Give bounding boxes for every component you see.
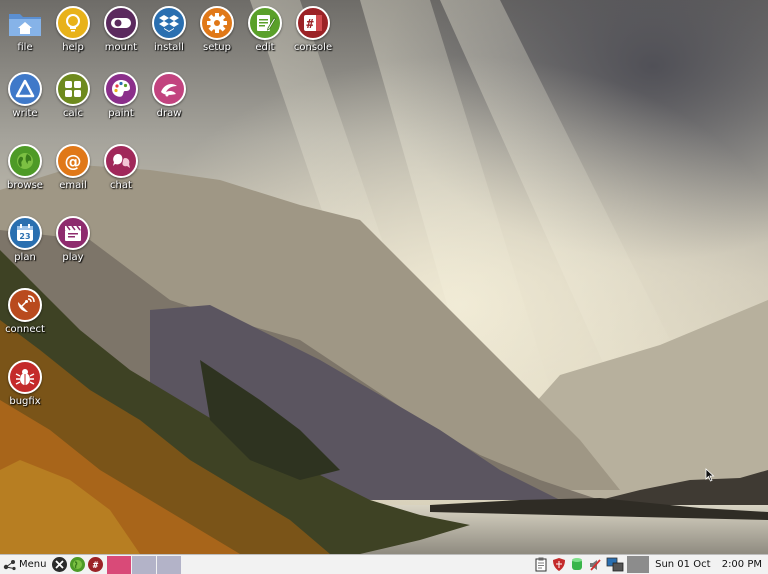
desktop-icon-label: help [62,42,84,53]
gear-icon [200,6,234,40]
desktop-icon-label: play [62,252,84,263]
desktop-icon-paint[interactable]: paint [96,72,146,119]
mouse-pointer-icon [705,467,715,486]
desktop-icon-label: console [293,42,333,53]
box-package-icon [152,6,186,40]
folder-home-icon [6,6,44,40]
at-sign-icon: @ [56,144,90,178]
menu-nodes-icon [3,559,16,570]
desktop-icon-label: paint [108,108,134,119]
svg-text:23: 23 [19,232,30,241]
clock-date: Sun 01 Oct [655,559,711,570]
globe-icon [8,144,42,178]
desktop-icon-write[interactable]: write [0,72,50,119]
desktop-icon-label: connect [5,324,45,335]
taskbar-window-button[interactable] [132,555,157,574]
desktop-icon-label: chat [110,180,132,191]
clock[interactable]: Sun 01 Oct 2:00 PM [655,559,762,570]
desktop-icon-label: draw [156,108,182,119]
desktop-icon-label: install [154,42,184,53]
storage-drive-icon[interactable] [569,557,585,573]
desktop-icon-edit[interactable]: edit [240,6,290,53]
spreadsheet-icon [56,72,90,106]
notepad-pencil-icon [248,6,282,40]
desktop-icon-label: plan [14,252,36,263]
taskbar-spacer [181,556,531,574]
taskbar-window-button[interactable] [107,555,132,574]
desktop-icon-setup[interactable]: setup [192,6,242,53]
desktop-icon-label: setup [203,42,231,53]
taskbar-window-button[interactable] [157,555,182,574]
chat-bubbles-icon [104,144,138,178]
bug-icon [8,360,42,394]
svg-text:@: @ [65,152,82,172]
palette-icon [104,72,138,106]
toggle-switch-icon [104,6,138,40]
clipboard-icon[interactable] [533,557,549,573]
draw-swirl-icon [152,72,186,106]
quicklaunch-browser-icon[interactable] [70,557,86,572]
lightbulb-icon [56,6,90,40]
desktop-icon-label: write [12,108,38,119]
triangle-write-icon [8,72,42,106]
volume-muted-icon[interactable] [587,557,603,573]
satellite-dish-icon [8,288,42,322]
desktop-icon-install[interactable]: install [144,6,194,53]
taskbar: Menu # Sun 01 Oct 2:00 PM [0,554,768,574]
desktop-icon-bugfix[interactable]: bugfix [0,360,50,407]
desktop-icon-label: email [59,180,87,191]
desktop-icon-connect[interactable]: connect [0,288,50,335]
desktop-icon-label: bugfix [9,396,41,407]
menu-button[interactable]: Menu [0,555,49,574]
desktop-icon-label: calc [63,108,83,119]
firewall-shield-icon[interactable] [551,557,567,573]
svg-text:#: # [93,561,99,570]
desktop-icon-play[interactable]: play [48,216,98,263]
desktop-icon-email[interactable]: @ email [48,144,98,191]
desktop-icon-plan[interactable]: 23 plan [0,216,50,263]
desktop-icon-mount[interactable]: mount [96,6,146,53]
svg-text:#: # [306,17,314,31]
network-icon[interactable] [605,557,625,573]
desktop-icon-label: mount [104,42,138,53]
quicklaunch-console-icon[interactable]: # [88,557,104,572]
desktop-icon-console[interactable]: # console [288,6,338,53]
desktop-icon-label: browse [7,180,43,191]
clapperboard-icon [56,216,90,250]
menu-label: Menu [19,559,47,570]
desktop-icon-label: file [17,42,33,53]
terminal-hash-icon: # [296,6,330,40]
desktop-icon-calc[interactable]: calc [48,72,98,119]
desktop-icon-help[interactable]: help [48,6,98,53]
quicklaunch-x-icon[interactable] [52,557,68,572]
desktop-icon-file[interactable]: file [0,6,50,53]
tray-blank-icon[interactable] [627,556,650,573]
clock-time: 2:00 PM [721,559,762,570]
calendar-icon: 23 [8,216,42,250]
desktop-icon-draw[interactable]: draw [144,72,194,119]
desktop-icon-browse[interactable]: browse [0,144,50,191]
desktop-icon-label: edit [255,42,275,53]
desktop-icon-chat[interactable]: chat [96,144,146,191]
